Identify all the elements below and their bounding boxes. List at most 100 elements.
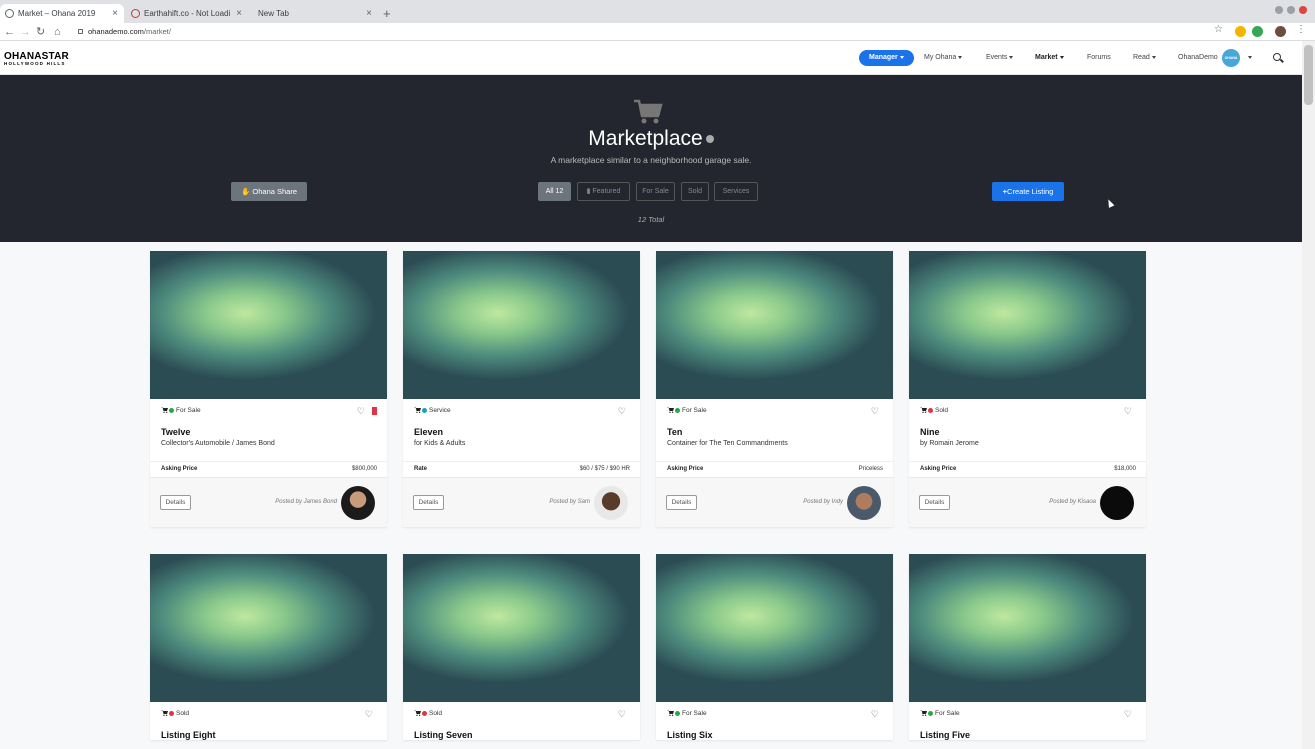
listing-image[interactable]: [909, 554, 1146, 702]
listing-image[interactable]: [403, 251, 640, 399]
poster-avatar[interactable]: [1100, 486, 1134, 520]
search-icon[interactable]: [1273, 53, 1281, 61]
poster-avatar[interactable]: [341, 486, 375, 520]
heart-icon[interactable]: ♡: [618, 406, 626, 417]
close-tab-icon[interactable]: ×: [366, 4, 372, 23]
close-tab-icon[interactable]: ×: [236, 4, 242, 23]
listing-card[interactable]: For Sale ♡ Ten Container for The Ten Com…: [656, 251, 893, 527]
listing-title[interactable]: Listing Eight: [150, 730, 387, 740]
bookmark-icon[interactable]: [372, 407, 377, 417]
back-arrow-icon[interactable]: ←: [4, 24, 15, 40]
title-text: Marketplace: [588, 127, 703, 150]
extension-icon[interactable]: [1235, 26, 1246, 37]
scrollbar-track[interactable]: [1302, 41, 1315, 749]
home-icon[interactable]: ⌂: [54, 24, 61, 40]
listing-image[interactable]: [909, 251, 1146, 399]
browser-tab-new[interactable]: New Tab ×: [250, 4, 378, 23]
nav-manager[interactable]: Manager: [859, 50, 914, 66]
filter-services[interactable]: Services: [714, 182, 758, 201]
details-button[interactable]: Details: [160, 495, 191, 510]
nav-market[interactable]: Market: [1035, 50, 1064, 66]
listing-card[interactable]: Sold ♡ Listing Seven: [403, 554, 640, 740]
poster-avatar[interactable]: [847, 486, 881, 520]
listing-image[interactable]: [150, 554, 387, 702]
listing-status-row: For Sale ♡: [656, 702, 893, 730]
filter-all[interactable]: All 12: [538, 182, 571, 201]
site-logo[interactable]: OHANASTAR HOLLYWOOD HILLS: [4, 51, 69, 66]
profile-avatar[interactable]: [1275, 26, 1286, 37]
forward-arrow-icon[interactable]: →: [20, 24, 31, 40]
heart-icon[interactable]: ♡: [618, 709, 626, 720]
new-tab-icon[interactable]: +: [383, 4, 391, 23]
caret-down-icon: [1248, 55, 1252, 59]
minimize-icon[interactable]: [1275, 6, 1283, 14]
create-listing-button[interactable]: +Create Listing: [992, 182, 1064, 201]
listing-title[interactable]: Twelve: [150, 427, 387, 437]
heart-icon[interactable]: ♡: [365, 709, 373, 720]
heart-icon[interactable]: ♡: [357, 406, 365, 417]
nav-forums[interactable]: Forums: [1087, 50, 1111, 66]
user-dropdown[interactable]: [1246, 50, 1252, 66]
mouse-cursor-icon: [1105, 198, 1115, 208]
listing-card[interactable]: For Sale ♡ Listing Five: [909, 554, 1146, 740]
poster-avatar[interactable]: [594, 486, 628, 520]
listing-card[interactable]: For Sale ♡ Listing Six: [656, 554, 893, 740]
bookmark-star-icon[interactable]: ☆: [1214, 24, 1223, 35]
listing-card[interactable]: Sold ♡ Listing Eight: [150, 554, 387, 740]
listing-title[interactable]: Nine: [909, 427, 1146, 437]
listing-card[interactable]: Service ♡ Eleven for Kids & Adults Rate $…: [403, 251, 640, 527]
listing-image[interactable]: [656, 554, 893, 702]
extension-icon[interactable]: [1252, 26, 1263, 37]
nav-events[interactable]: Events: [986, 50, 1014, 66]
listing-title[interactable]: Listing Five: [909, 730, 1146, 740]
close-window-icon[interactable]: [1299, 6, 1307, 14]
caret-down-icon: [958, 55, 963, 59]
price-label: Asking Price: [161, 466, 198, 472]
listing-title[interactable]: Eleven: [403, 427, 640, 437]
status-label: Sold: [176, 710, 190, 717]
maximize-icon[interactable]: [1287, 6, 1295, 14]
cart-icon: [161, 407, 168, 414]
browser-menu-icon[interactable]: ⋮: [1296, 24, 1306, 35]
browser-tab-earthshift[interactable]: Earthahift.co - Not Loadi ×: [126, 4, 248, 23]
price-label: Rate: [414, 466, 428, 472]
heart-icon[interactable]: ♡: [1124, 406, 1132, 417]
listing-title[interactable]: Listing Seven: [403, 730, 640, 740]
listing-title[interactable]: Listing Six: [656, 730, 893, 740]
listing-card[interactable]: For Sale ♡ Twelve Collector's Automobile…: [150, 251, 387, 527]
listing-image[interactable]: [656, 251, 893, 399]
filter-featured[interactable]: ▮ Featured: [577, 182, 630, 201]
shopping-cart-icon: [634, 99, 663, 124]
details-button[interactable]: Details: [413, 495, 444, 510]
info-icon[interactable]: [705, 135, 714, 144]
caret-down-icon: [1059, 55, 1064, 59]
details-button[interactable]: Details: [666, 495, 697, 510]
card-footer: Details Posted by James Bond: [150, 477, 387, 527]
heart-icon[interactable]: ♡: [871, 709, 879, 720]
heart-icon[interactable]: ♡: [1124, 709, 1132, 720]
user-avatar[interactable]: OHANA STAR: [1222, 49, 1240, 78]
browser-tab-market[interactable]: Market – Ohana 2019 ×: [0, 4, 124, 23]
nav-read[interactable]: Read: [1133, 50, 1156, 66]
filter-for-sale[interactable]: For Sale: [636, 182, 675, 201]
card-footer: Details Posted by Sam: [403, 477, 640, 527]
listing-card[interactable]: Sold ♡ Nine by Romain Jerome Asking Pric…: [909, 251, 1146, 527]
listing-image[interactable]: [403, 554, 640, 702]
nav-label: OhanaDemo: [1178, 54, 1218, 61]
url-field[interactable]: ohanademo.com/market/: [78, 26, 171, 38]
reload-icon[interactable]: ↻: [36, 24, 45, 40]
close-tab-icon[interactable]: ×: [112, 4, 118, 23]
scrollbar-thumb[interactable]: [1304, 45, 1313, 105]
listing-image[interactable]: [150, 251, 387, 399]
heart-icon[interactable]: ♡: [871, 406, 879, 417]
details-button[interactable]: Details: [919, 495, 950, 510]
listing-title[interactable]: Ten: [656, 427, 893, 437]
filter-sold[interactable]: Sold: [681, 182, 709, 201]
listing-total: 12 Total: [637, 215, 665, 224]
nav-user[interactable]: OhanaDemo: [1178, 50, 1218, 66]
nav-my-ohana[interactable]: My Ohana: [924, 50, 963, 66]
bookmark-icon: ▮: [586, 188, 591, 195]
listing-subtitle: by Romain Jerome: [920, 440, 979, 447]
ohana-share-button[interactable]: ✋ Ohana Share: [231, 182, 307, 201]
status-label: For Sale: [682, 710, 707, 717]
